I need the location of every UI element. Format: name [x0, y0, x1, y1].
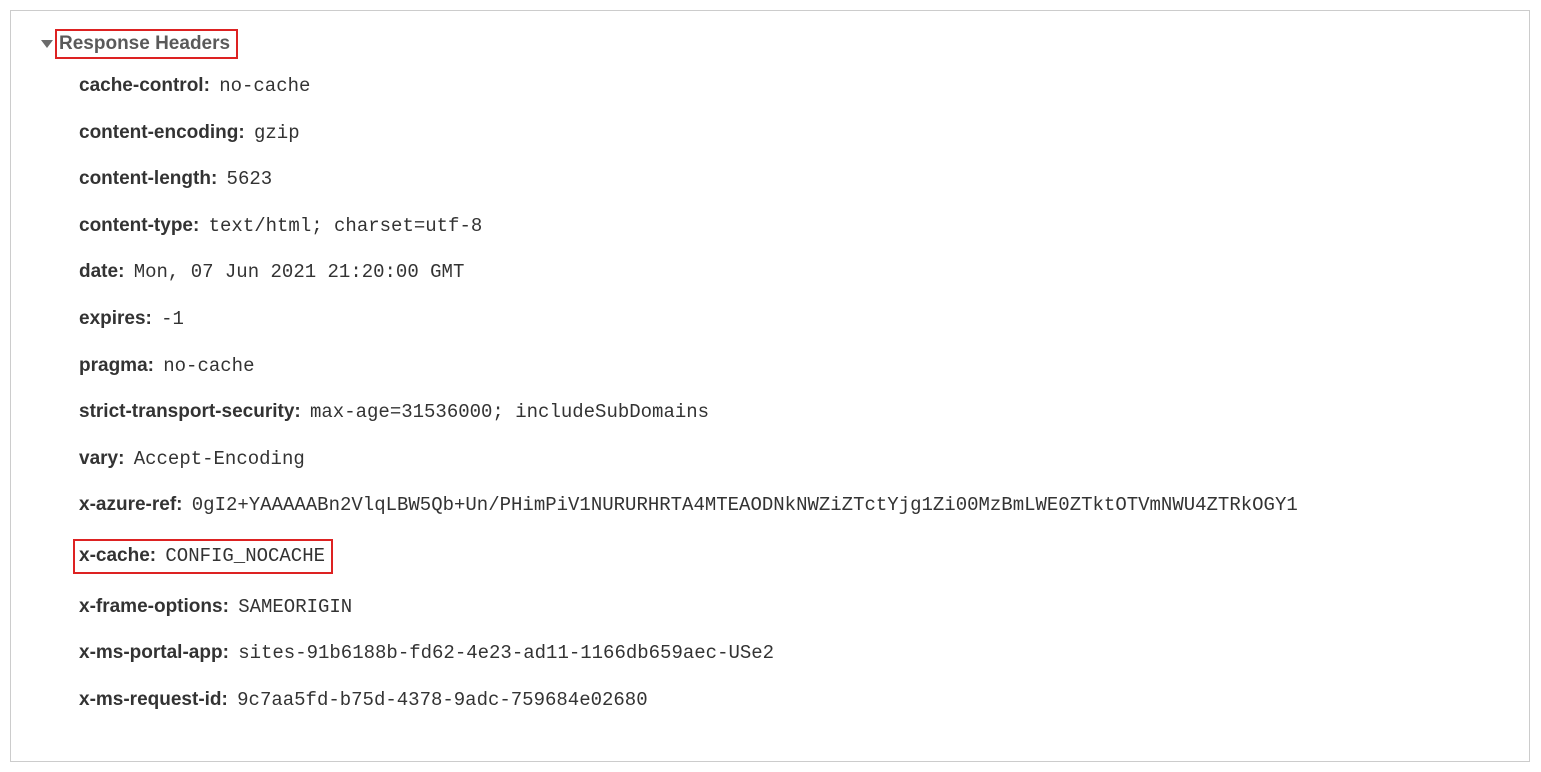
header-value: 0gI2+YAAAAABn2VlqLBW5Qb+Un/PHimPiV1NURUR… — [192, 494, 1298, 516]
highlight-annotation: x-cache CONFIG_NOCACHE — [73, 539, 333, 574]
header-name: strict-transport-security — [79, 401, 301, 422]
header-name: x-azure-ref — [79, 494, 182, 515]
header-value: 5623 — [227, 168, 273, 190]
header-row-x-ms-request-id: x-ms-request-id 9c7aa5fd-b75d-4378-9adc-… — [79, 687, 1507, 714]
header-value: SAMEORIGIN — [238, 596, 352, 618]
header-value: Mon, 07 Jun 2021 21:20:00 GMT — [134, 261, 465, 283]
header-value: sites-91b6188b-fd62-4e23-ad11-1166db659a… — [238, 642, 774, 664]
header-name: vary — [79, 448, 124, 469]
header-name: x-ms-portal-app — [79, 642, 229, 663]
header-name: date — [79, 261, 124, 282]
header-name: x-frame-options — [79, 596, 229, 617]
header-row-content-length: content-length 5623 — [79, 166, 1507, 193]
header-name: content-encoding — [79, 122, 245, 143]
header-row-pragma: pragma no-cache — [79, 353, 1507, 380]
header-row-x-frame-options: x-frame-options SAMEORIGIN — [79, 594, 1507, 621]
section-title-row[interactable]: Response Headers — [41, 29, 1507, 59]
header-row-x-ms-portal-app: x-ms-portal-app sites-91b6188b-fd62-4e23… — [79, 640, 1507, 667]
header-row-content-encoding: content-encoding gzip — [79, 120, 1507, 147]
header-row-strict-transport-security: strict-transport-security max-age=315360… — [79, 399, 1507, 426]
header-name: expires — [79, 308, 152, 329]
header-value: Accept-Encoding — [134, 448, 305, 470]
disclosure-triangle-icon[interactable] — [41, 40, 53, 48]
header-name: content-length — [79, 168, 217, 189]
header-value: -1 — [161, 308, 184, 330]
header-name: pragma — [79, 355, 154, 376]
header-value: text/html; charset=utf-8 — [209, 215, 483, 237]
header-name: cache-control — [79, 75, 210, 96]
header-row-cache-control: cache-control no-cache — [79, 73, 1507, 100]
header-name: x-cache — [79, 545, 156, 566]
header-row-x-cache: x-cache CONFIG_NOCACHE — [79, 539, 1507, 574]
header-row-expires: expires -1 — [79, 306, 1507, 333]
header-value: CONFIG_NOCACHE — [165, 545, 325, 567]
response-headers-panel: Response Headers cache-control no-cache … — [10, 10, 1530, 762]
header-row-date: date Mon, 07 Jun 2021 21:20:00 GMT — [79, 259, 1507, 286]
header-name: x-ms-request-id — [79, 689, 228, 710]
header-value: no-cache — [163, 355, 254, 377]
header-value: max-age=31536000; includeSubDomains — [310, 401, 709, 423]
header-value: 9c7aa5fd-b75d-4378-9adc-759684e02680 — [237, 689, 647, 711]
header-value: gzip — [254, 122, 300, 144]
header-value: no-cache — [219, 75, 310, 97]
header-row-content-type: content-type text/html; charset=utf-8 — [79, 213, 1507, 240]
header-row-vary: vary Accept-Encoding — [79, 446, 1507, 473]
headers-list: cache-control no-cache content-encoding … — [79, 73, 1507, 713]
header-name: content-type — [79, 215, 199, 236]
header-row-x-azure-ref: x-azure-ref 0gI2+YAAAAABn2VlqLBW5Qb+Un/P… — [79, 492, 1507, 519]
section-title: Response Headers — [55, 29, 238, 59]
